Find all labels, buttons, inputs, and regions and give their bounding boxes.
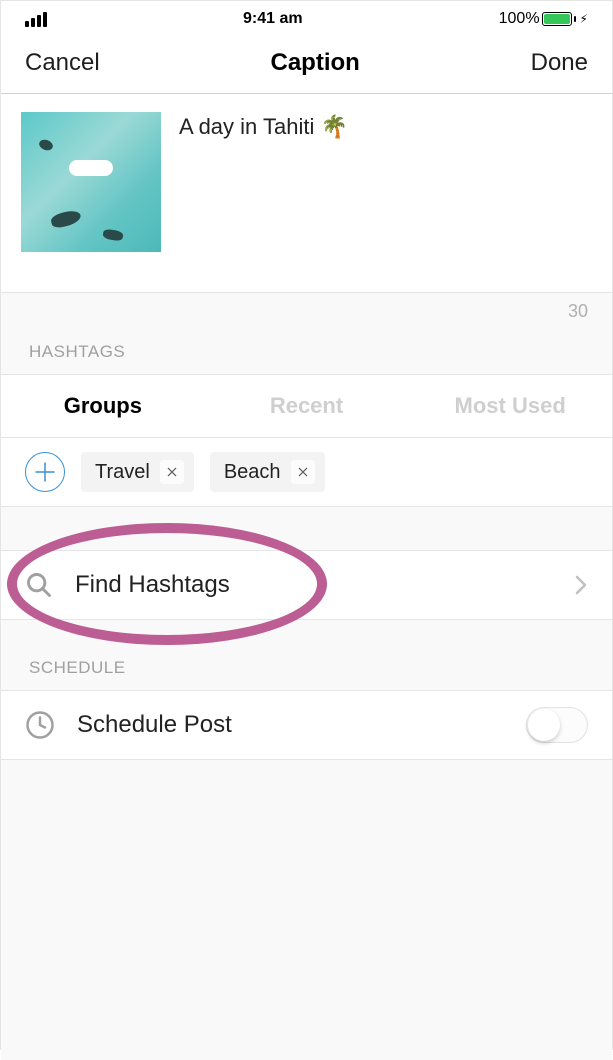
caption-area: A day in Tahiti 🌴 bbox=[1, 94, 612, 292]
charging-icon: ⚡︎ bbox=[580, 12, 588, 26]
hashtag-tabs: Groups Recent Most Used bbox=[1, 374, 612, 438]
schedule-post-label: Schedule Post bbox=[77, 711, 504, 739]
battery-icon bbox=[542, 12, 572, 26]
caption-input[interactable]: A day in Tahiti 🌴 bbox=[179, 112, 592, 252]
close-icon bbox=[298, 467, 308, 477]
tab-groups[interactable]: Groups bbox=[1, 375, 205, 437]
hashtags-section-label: HASHTAGS bbox=[1, 324, 612, 374]
chevron-right-icon bbox=[574, 574, 588, 596]
toggle-knob bbox=[528, 709, 560, 741]
caption-char-count: 30 bbox=[1, 292, 612, 324]
search-icon bbox=[25, 571, 53, 599]
hashtag-groups-row: Travel Beach bbox=[1, 438, 612, 507]
hashtag-tag[interactable]: Travel bbox=[81, 452, 194, 492]
phone-frame: 9:41 am 100% ⚡︎ Cancel Caption Done A da… bbox=[0, 0, 613, 1050]
add-group-button[interactable] bbox=[25, 452, 65, 492]
schedule-section-label: SCHEDULE bbox=[1, 620, 612, 690]
signal-icon bbox=[25, 12, 47, 27]
find-hashtags-row-wrap: Find Hashtags bbox=[1, 551, 612, 620]
tab-recent[interactable]: Recent bbox=[205, 375, 409, 437]
remove-tag-button[interactable] bbox=[160, 460, 184, 484]
hashtag-tag-label: Beach bbox=[224, 461, 281, 484]
schedule-post-row: Schedule Post bbox=[1, 690, 612, 760]
post-thumbnail[interactable] bbox=[21, 112, 161, 252]
status-time: 9:41 am bbox=[243, 10, 303, 28]
page-title: Caption bbox=[271, 49, 360, 77]
spacer bbox=[1, 507, 612, 551]
nav-bar: Cancel Caption Done bbox=[1, 37, 612, 94]
close-icon bbox=[167, 467, 177, 477]
plus-icon bbox=[34, 461, 56, 483]
cancel-button[interactable]: Cancel bbox=[25, 49, 100, 77]
status-bar: 9:41 am 100% ⚡︎ bbox=[1, 1, 612, 37]
find-hashtags-label: Find Hashtags bbox=[75, 571, 552, 599]
schedule-post-toggle[interactable] bbox=[526, 707, 588, 743]
battery-percent: 100% bbox=[499, 10, 540, 28]
bottom-fill bbox=[1, 760, 612, 1060]
done-button[interactable]: Done bbox=[531, 49, 588, 77]
tab-most-used[interactable]: Most Used bbox=[408, 375, 612, 437]
remove-tag-button[interactable] bbox=[291, 460, 315, 484]
find-hashtags-row[interactable]: Find Hashtags bbox=[1, 551, 612, 620]
hashtag-tag-label: Travel bbox=[95, 461, 150, 484]
hashtag-tag[interactable]: Beach bbox=[210, 452, 325, 492]
battery-indicator: 100% ⚡︎ bbox=[499, 10, 588, 28]
clock-icon bbox=[25, 710, 55, 740]
